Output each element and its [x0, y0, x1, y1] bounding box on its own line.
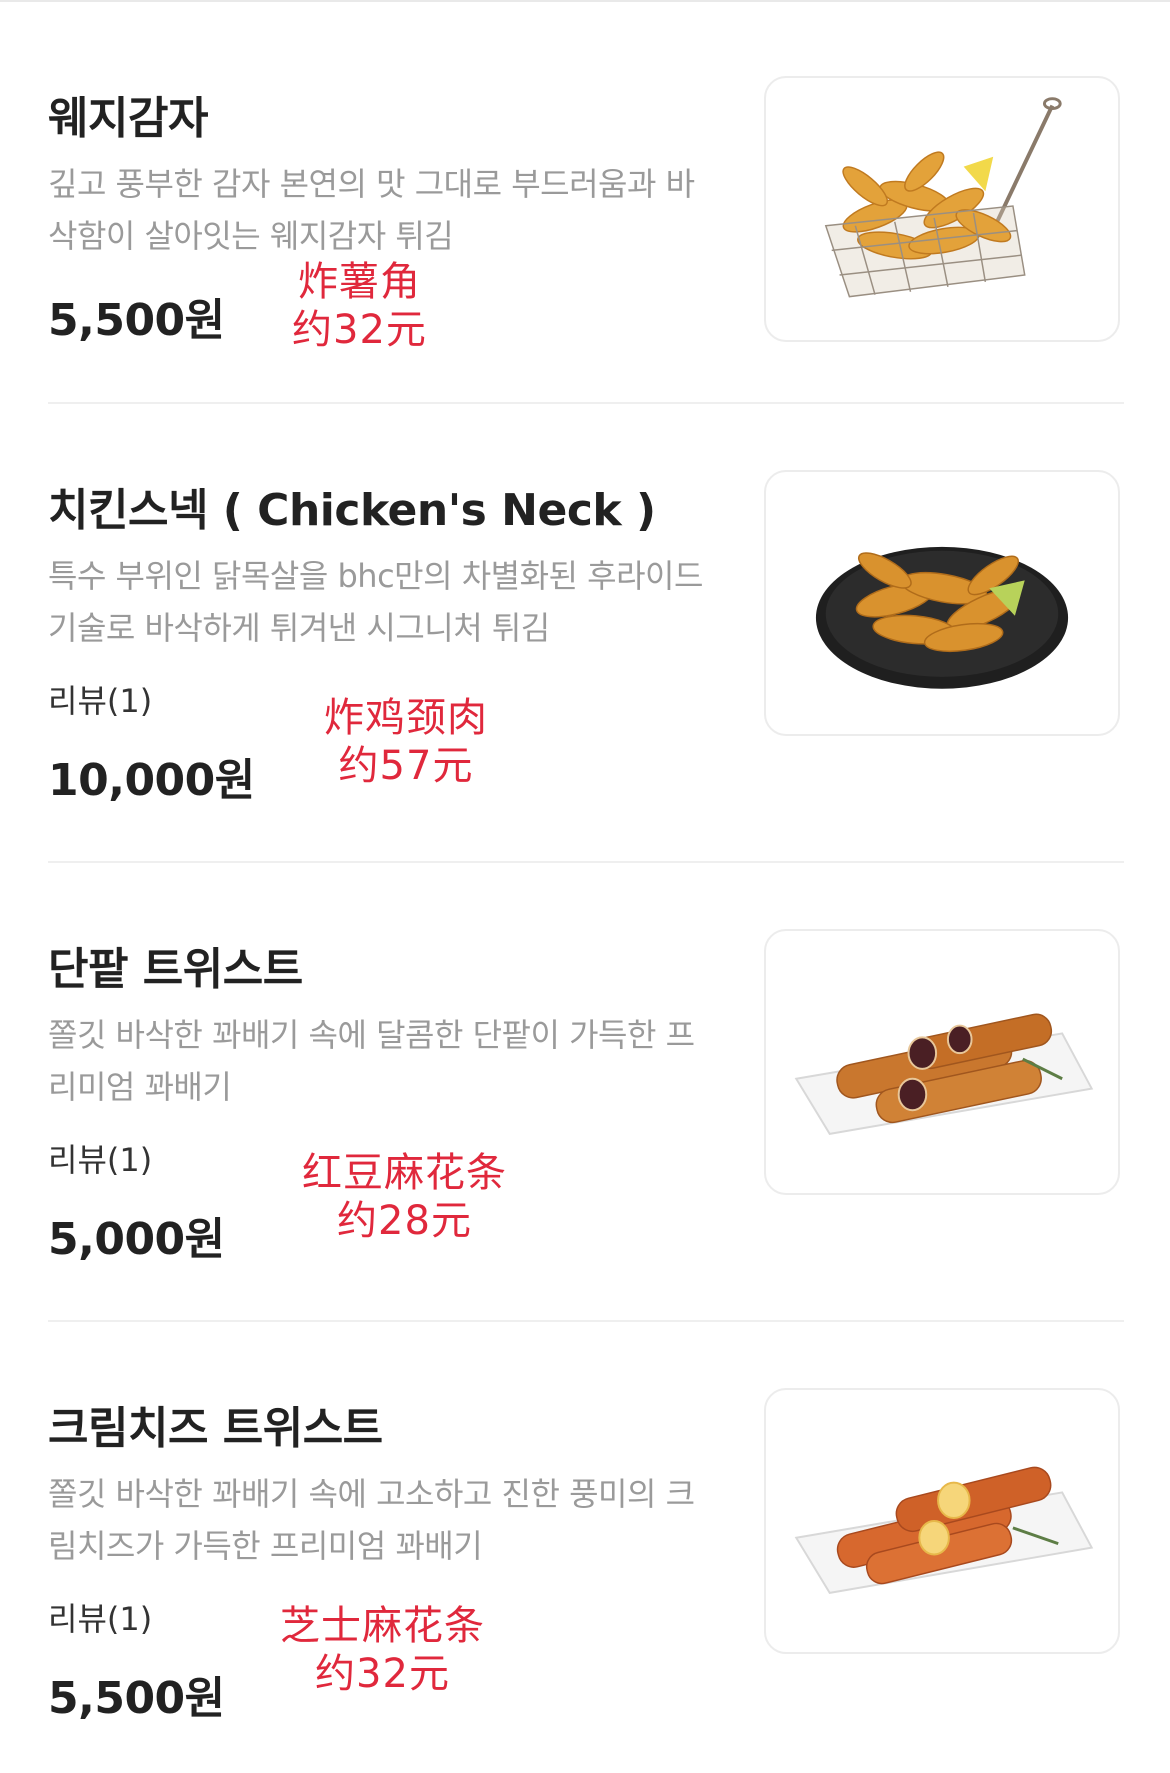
price-annotation: 炸薯角 约32元	[292, 258, 427, 354]
annotation-price: 约32元	[292, 307, 427, 353]
annotation-name: 炸鸡颈肉	[324, 695, 488, 741]
price-annotation: 红豆麻花条 约28元	[302, 1149, 507, 1245]
red-bean-twist-illustration	[794, 1013, 1094, 1135]
item-description: 쫄깃 바삭한 꽈배기 속에 고소하고 진한 풍미의 크림치즈가 가득한 프리미엄…	[48, 1475, 695, 1565]
item-name: 웨지감자	[48, 93, 208, 144]
item-description: 깊고 풍부한 감자 본연의 맛 그대로 부드러움과 바삭함이 살아잇는 웨지감자…	[48, 165, 695, 255]
item-description: 쫄깃 바삭한 꽈배기 속에 달콤한 단팥이 가득한 프리미엄 꽈배기	[48, 1016, 695, 1106]
price-annotation: 炸鸡颈肉 约57元	[324, 694, 488, 790]
potato-wedges-illustration	[824, 97, 1062, 298]
annotation-price: 约57元	[338, 743, 474, 789]
annotation-name: 红豆麻花条	[302, 1150, 507, 1196]
cream-cheese-twist-image[interactable]	[764, 1388, 1120, 1654]
item-name: 단팥 트위스트	[48, 944, 303, 995]
annotation-name: 芝士麻花条	[280, 1603, 485, 1649]
menu-item-wedge-potato[interactable]: 웨지감자 깊고 풍부한 감자 본연의 맛 그대로 부드러움과 바삭함이 살아잇는…	[48, 0, 1124, 404]
item-price: 5,500원	[48, 295, 225, 346]
review-count[interactable]: 리뷰(1)	[48, 1594, 152, 1640]
price-annotation: 芝士麻花条 约32元	[280, 1602, 485, 1698]
item-name: 치킨스넥 ( Chicken's Neck )	[48, 485, 656, 536]
item-description: 특수 부위인 닭목살을 bhc만의 차별화된 후라이드 기술로 바삭하게 튀겨낸…	[48, 557, 703, 647]
review-count[interactable]: 리뷰(1)	[48, 1135, 152, 1181]
item-price: 5,500원	[48, 1673, 225, 1724]
potato-wedges-image[interactable]	[764, 76, 1120, 342]
fried-chicken-neck-image[interactable]	[764, 470, 1120, 736]
cream-cheese-twist-illustration	[794, 1466, 1094, 1594]
menu-item-cream-cheese-twist[interactable]: 크림치즈 트위스트 쫄깃 바삭한 꽈배기 속에 고소하고 진한 풍미의 크림치즈…	[48, 1322, 1124, 1773]
annotation-name: 炸薯角	[297, 259, 421, 305]
item-name: 크림치즈 트위스트	[48, 1403, 383, 1454]
fried-chicken-illustration	[815, 546, 1069, 689]
menu-item-red-bean-twist[interactable]: 단팥 트위스트 쫄깃 바삭한 꽈배기 속에 달콤한 단팥이 가득한 프리미엄 꽈…	[48, 863, 1124, 1322]
annotation-price: 约32元	[315, 1651, 450, 1697]
item-price: 5,000원	[48, 1214, 225, 1265]
menu-item-chicken-neck[interactable]: 치킨스넥 ( Chicken's Neck ) 특수 부위인 닭목살을 bhc만…	[48, 404, 1124, 863]
annotation-price: 约28元	[337, 1198, 472, 1244]
item-price: 10,000원	[48, 755, 255, 806]
review-count[interactable]: 리뷰(1)	[48, 676, 152, 722]
red-bean-twist-image[interactable]	[764, 929, 1120, 1195]
